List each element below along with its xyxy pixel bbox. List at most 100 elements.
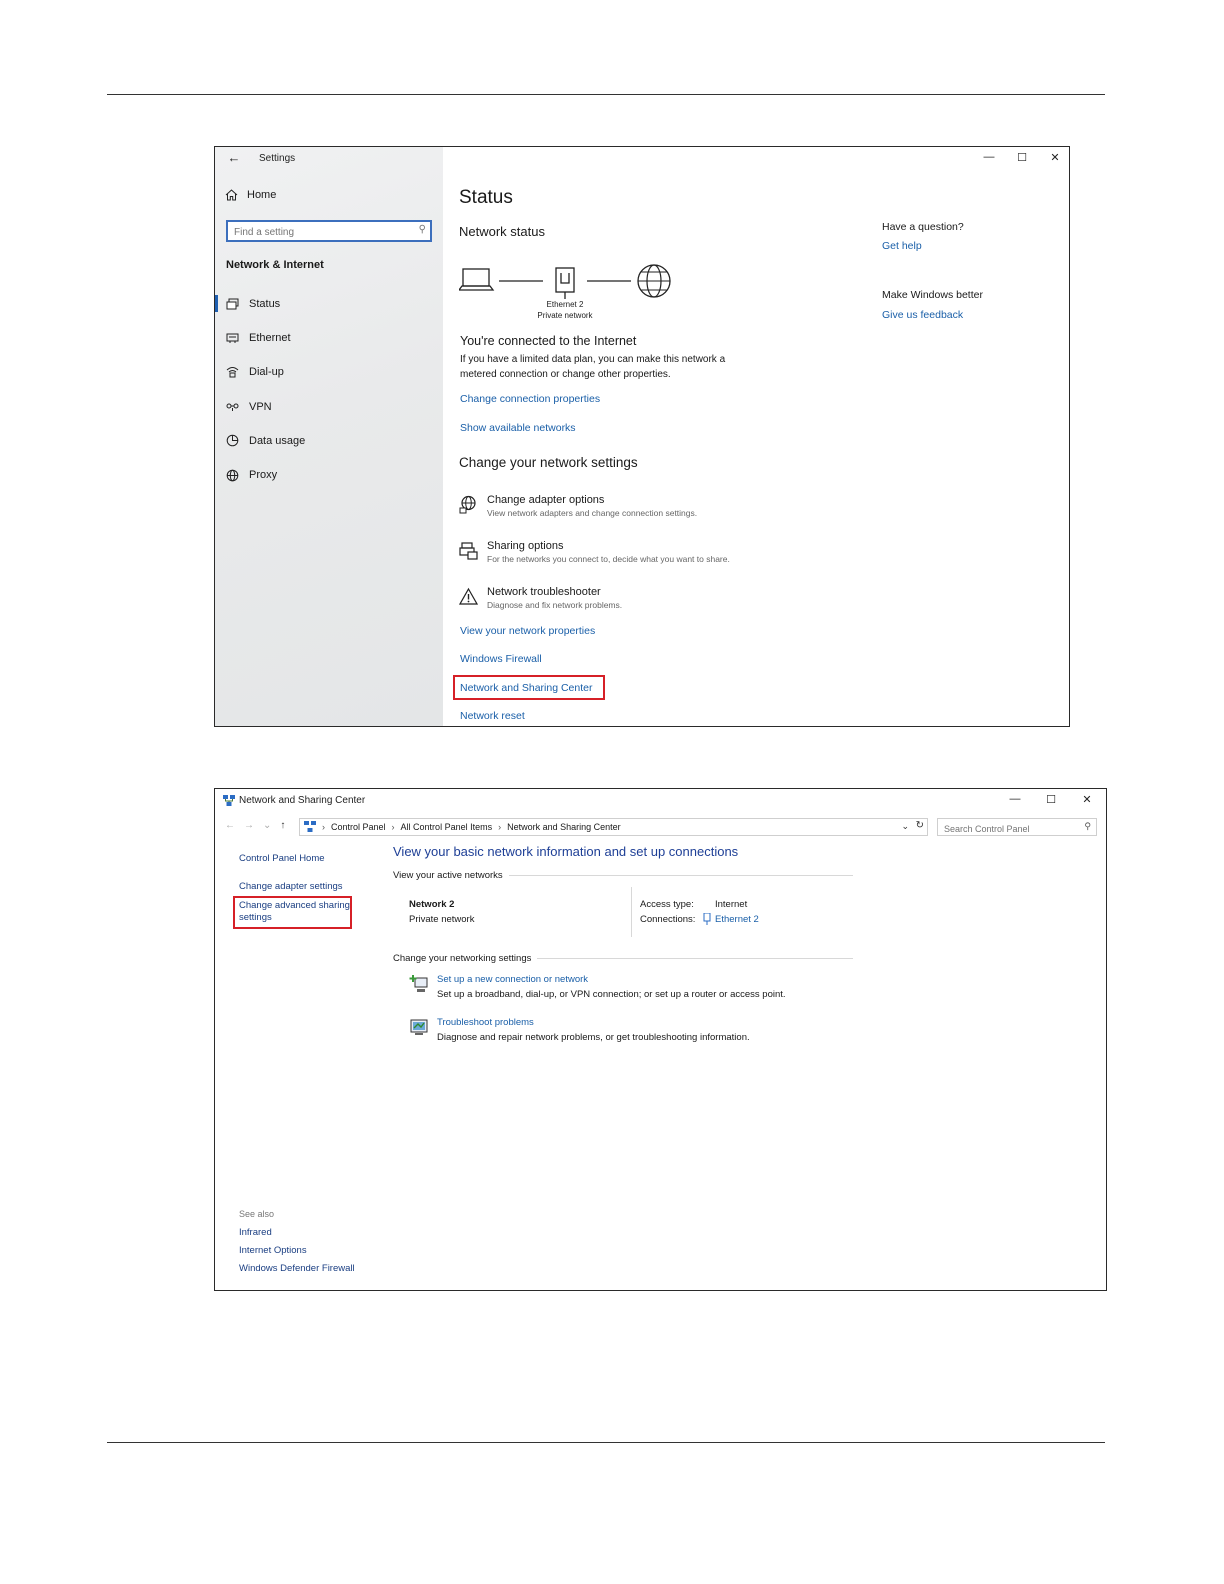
- globe-icon: [637, 264, 671, 298]
- page-header-rule: [107, 94, 1105, 95]
- search-icon[interactable]: ⚲: [1084, 821, 1091, 832]
- settings-sidebar: ← Settings Home ⚲ Network & Internet Sta…: [215, 147, 443, 726]
- data-usage-icon: [226, 434, 239, 447]
- control-panel-home-link[interactable]: Control Panel Home: [239, 853, 325, 865]
- windows-firewall-link[interactable]: Windows Firewall: [460, 653, 542, 665]
- laptop-icon: [459, 268, 495, 291]
- window-title: Settings: [259, 153, 296, 164]
- find-setting-input[interactable]: [228, 223, 408, 242]
- control-panel-icon: [304, 821, 316, 832]
- adapter-label: Ethernet 2 Private network: [531, 299, 599, 321]
- dialup-icon: [226, 366, 239, 379]
- setup-connection-task: Set up a new connection or network Set u…: [409, 973, 786, 1003]
- breadcrumb-separator: ›: [391, 822, 395, 832]
- option-description: View network adapters and change connect…: [487, 508, 698, 518]
- change-connection-properties-link[interactable]: Change connection properties: [460, 393, 600, 405]
- back-arrow-icon[interactable]: ←: [225, 149, 243, 167]
- troubleshoot-link[interactable]: Troubleshoot problems: [437, 1016, 750, 1030]
- option-title: Network troubleshooter: [487, 586, 601, 598]
- adapter-name: Ethernet 2: [546, 300, 584, 309]
- forward-arrow-icon[interactable]: →: [244, 820, 254, 831]
- sidebar-item-ethernet[interactable]: Ethernet: [215, 321, 443, 355]
- breadcrumb-separator: ›: [498, 822, 502, 832]
- divider: [508, 875, 853, 876]
- help-aside: Have a question? Get help Make Windows b…: [882, 147, 1062, 726]
- proxy-icon: [226, 469, 239, 482]
- up-arrow-icon[interactable]: ↑: [280, 820, 285, 831]
- breadcrumb-network-center[interactable]: Network and Sharing Center: [507, 822, 621, 832]
- setup-connection-link[interactable]: Set up a new connection or network: [437, 973, 786, 987]
- infrared-link[interactable]: Infrared: [239, 1227, 272, 1238]
- settings-window: ← Settings Home ⚲ Network & Internet Sta…: [214, 146, 1070, 727]
- divider: [631, 887, 632, 937]
- active-networks-label: View your active networks: [393, 870, 503, 881]
- sidebar-item-label: Data usage: [249, 434, 306, 447]
- troubleshoot-icon: [410, 1019, 428, 1035]
- sidebar-item-data-usage[interactable]: Data usage: [215, 424, 443, 458]
- refresh-icon[interactable]: ↻: [916, 820, 924, 831]
- sidebar-item-proxy[interactable]: Proxy: [215, 458, 443, 492]
- sharing-icon: [459, 542, 478, 560]
- breadcrumb-all-items[interactable]: All Control Panel Items: [401, 822, 493, 832]
- maximize-button[interactable]: ☐: [1041, 793, 1061, 806]
- option-title: Sharing options: [487, 540, 564, 552]
- section-heading: Network & Internet: [226, 259, 324, 271]
- change-adapter-options[interactable]: Change adapter options View network adap…: [459, 493, 697, 520]
- adapter-icon: [459, 495, 476, 514]
- sidebar-item-label: VPN: [249, 400, 272, 413]
- sidebar-item-dialup[interactable]: Dial-up: [215, 355, 443, 389]
- chevron-down-icon[interactable]: ⌄: [901, 821, 909, 832]
- change-adapter-settings-link[interactable]: Change adapter settings: [239, 881, 343, 893]
- home-nav[interactable]: Home: [225, 189, 276, 201]
- breadcrumb-control-panel[interactable]: Control Panel: [331, 822, 386, 832]
- network-name: Network 2: [409, 899, 455, 910]
- network-troubleshooter[interactable]: Network troubleshooter Diagnose and fix …: [459, 585, 622, 612]
- status-icon: [226, 298, 239, 311]
- sidebar-item-label: Dial-up: [249, 366, 284, 379]
- home-icon: [225, 189, 238, 201]
- highlight-box: [233, 896, 352, 929]
- connected-description: If you have a limited data plan, you can…: [460, 354, 726, 380]
- recent-locations-icon[interactable]: ⌄: [263, 820, 271, 831]
- sidebar-item-status[interactable]: Status: [215, 287, 443, 321]
- network-sharing-center-window: Network and Sharing Center — ☐ ✕ ← → ⌄ ↑…: [214, 788, 1107, 1291]
- connection-ethernet-link[interactable]: Ethernet 2: [703, 913, 759, 925]
- question-heading: Have a question?: [882, 221, 964, 233]
- home-label: Home: [247, 189, 277, 201]
- access-type-value: Internet: [715, 899, 748, 910]
- page-title: View your basic network information and …: [393, 844, 739, 859]
- network-reset-link[interactable]: Network reset: [460, 710, 525, 722]
- ethernet-icon: [703, 913, 711, 925]
- see-also-heading: See also: [239, 1209, 275, 1219]
- page-footer-rule: [107, 1442, 1105, 1443]
- defender-firewall-link[interactable]: Windows Defender Firewall: [239, 1263, 355, 1274]
- sharing-options[interactable]: Sharing options For the networks you con…: [459, 539, 730, 566]
- page-title: Status: [459, 187, 513, 208]
- highlight-box: [453, 675, 605, 700]
- network-status-heading: Network status: [459, 224, 545, 239]
- search-input[interactable]: [938, 821, 1074, 837]
- connections-label: Connections:: [640, 914, 696, 925]
- view-network-properties-link[interactable]: View your network properties: [460, 625, 595, 637]
- warning-icon: [459, 587, 478, 605]
- search-icon[interactable]: ⚲: [419, 224, 426, 235]
- window-title: Network and Sharing Center: [239, 795, 366, 806]
- get-help-link[interactable]: Get help: [882, 240, 922, 252]
- control-panel-search[interactable]: ⚲: [937, 818, 1097, 837]
- sidebar-item-label: Ethernet: [249, 332, 291, 345]
- minimize-button[interactable]: —: [1005, 793, 1025, 805]
- show-available-networks-link[interactable]: Show available networks: [460, 422, 576, 434]
- address-bar[interactable]: › Control Panel › All Control Panel Item…: [299, 818, 928, 836]
- breadcrumb-separator: ›: [322, 822, 325, 832]
- network-center-icon: [223, 795, 235, 806]
- give-feedback-link[interactable]: Give us feedback: [882, 309, 963, 321]
- task-description: Diagnose and repair network problems, or…: [437, 1032, 750, 1043]
- option-description: For the networks you connect to, decide …: [487, 554, 730, 564]
- sidebar-item-vpn[interactable]: VPN: [215, 390, 443, 424]
- find-setting-search[interactable]: ⚲: [226, 220, 432, 242]
- option-title: Change adapter options: [487, 494, 605, 506]
- back-arrow-icon[interactable]: ←: [225, 820, 235, 831]
- close-button[interactable]: ✕: [1077, 793, 1097, 806]
- network-type: Private network: [409, 914, 475, 925]
- internet-options-link[interactable]: Internet Options: [239, 1245, 307, 1256]
